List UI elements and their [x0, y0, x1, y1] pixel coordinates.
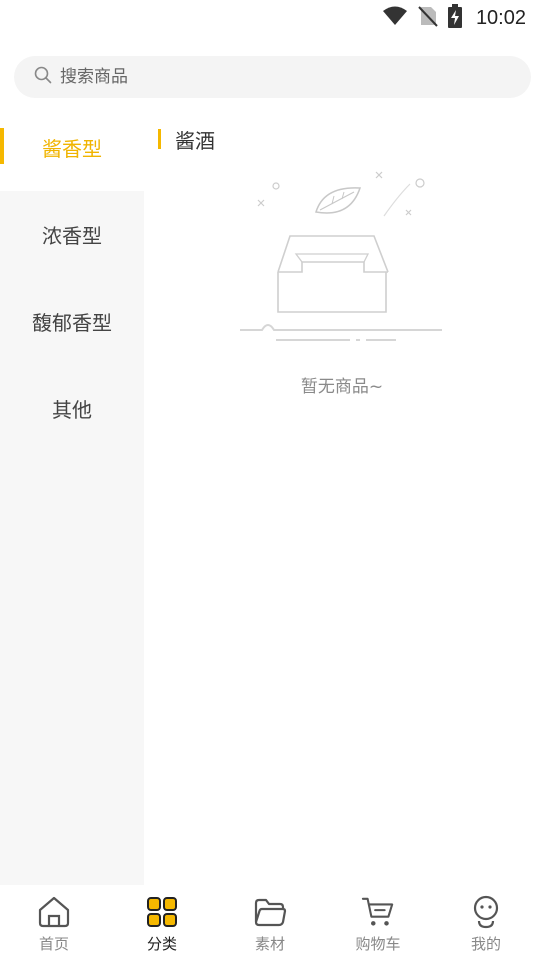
sidebar-item-label: 酱香型 — [42, 137, 102, 161]
section-title: 酱酒 — [158, 126, 215, 153]
tab-label: 素材 — [254, 935, 285, 953]
tab-category[interactable]: 分类 — [108, 885, 216, 960]
status-bar: 10:02 — [0, 0, 540, 38]
sidebar-item-label: 其他 — [52, 398, 92, 422]
folder-icon — [253, 895, 287, 929]
search-icon — [34, 66, 60, 88]
tab-cart[interactable]: 购物车 — [324, 885, 432, 960]
wifi-icon — [382, 6, 408, 30]
sidebar-item-nongxiang[interactable]: 浓香型 — [0, 191, 144, 278]
empty-state-text: 暂无商品~ — [300, 377, 384, 397]
tab-label: 分类 — [146, 935, 177, 953]
tab-label: 首页 — [38, 935, 69, 953]
category-grid-icon — [145, 895, 179, 929]
home-icon — [37, 895, 71, 929]
main-content: 酱酒 暂无商品~ — [144, 104, 540, 885]
tab-profile[interactable]: 我的 — [432, 885, 540, 960]
tab-label: 购物车 — [355, 935, 401, 953]
status-time: 10:02 — [475, 6, 526, 29]
empty-box-illustration — [238, 166, 448, 350]
status-icons: 10:02 — [382, 4, 526, 32]
sidebar-item-jiangxiang[interactable]: 酱香型 — [0, 104, 144, 191]
section-title-text: 酱酒 — [175, 128, 215, 153]
tab-home[interactable]: 首页 — [0, 885, 108, 960]
profile-icon — [469, 895, 503, 929]
tab-label: 我的 — [470, 935, 501, 953]
tab-materials[interactable]: 素材 — [216, 885, 324, 960]
section-accent-bar — [158, 129, 161, 149]
search-input[interactable] — [60, 67, 460, 87]
sidebar-item-label: 馥郁香型 — [32, 311, 112, 335]
no-sim-icon — [418, 5, 438, 31]
sidebar-item-other[interactable]: 其他 — [0, 365, 144, 452]
sidebar-item-fuyuxiang[interactable]: 馥郁香型 — [0, 278, 144, 365]
category-sidebar: 酱香型 浓香型 馥郁香型 其他 — [0, 104, 144, 885]
sidebar-item-label: 浓香型 — [42, 224, 102, 248]
bottom-tab-bar: 首页 分类 素材 购物车 我的 — [0, 885, 540, 960]
search-bar[interactable] — [14, 56, 531, 98]
battery-charging-icon — [447, 4, 462, 32]
cart-icon — [361, 895, 395, 929]
